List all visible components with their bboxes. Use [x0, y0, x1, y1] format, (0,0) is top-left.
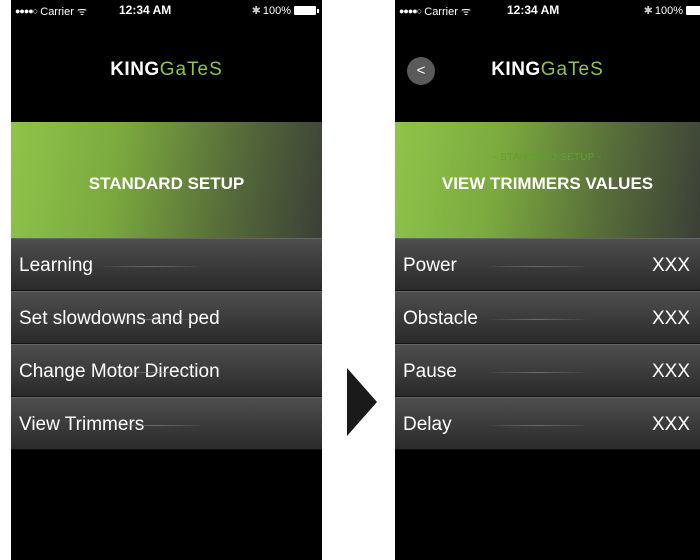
- banner-subtitle: - STANDARD SETUP -: [493, 152, 602, 163]
- divider-line: [490, 266, 585, 267]
- logo-gates: GaTeS: [540, 59, 604, 80]
- signal-dots-icon: ●●●●○: [15, 6, 38, 16]
- section-banner: STANDARD SETUP: [11, 122, 322, 238]
- divider-line: [106, 425, 201, 426]
- bluetooth-icon: ✱: [643, 5, 653, 17]
- trimmer-value: XXX: [651, 361, 690, 382]
- battery-status: ✱ 100%: [644, 4, 700, 17]
- trimmer-row-pause: Pause XXX: [395, 344, 700, 397]
- trimmer-value: XXX: [651, 414, 690, 435]
- signal-dots-icon: ●●●●○: [399, 6, 422, 16]
- trimmer-label: Delay: [403, 414, 452, 435]
- trimmer-row-obstacle: Obstacle XXX: [395, 291, 700, 344]
- banner-title: VIEW TRIMMERS VALUES: [441, 174, 654, 193]
- menu-item-learning[interactable]: Learning: [11, 238, 322, 291]
- status-bar: ●●●●○ Carrier ᯤ 12:34 AM ✱ 100%: [11, 0, 322, 22]
- trimmer-value: XXX: [651, 308, 690, 329]
- status-time: 12:34 AM: [119, 3, 172, 17]
- menu-item-view-trimmers[interactable]: View Trimmers: [11, 397, 322, 450]
- logo-king: KING: [491, 59, 541, 80]
- divider-line: [106, 372, 201, 373]
- next-arrow-icon: [347, 368, 377, 436]
- logo-gates: GaTeS: [159, 59, 223, 80]
- app-logo: KINGGaTeS: [395, 59, 700, 81]
- divider-line: [490, 425, 585, 426]
- carrier-label: Carrier: [424, 6, 458, 18]
- banner-title: STANDARD SETUP: [88, 174, 245, 193]
- wifi-icon: ᯤ: [460, 6, 471, 18]
- battery-percent: 100%: [262, 5, 291, 17]
- trimmer-row-delay: Delay XXX: [395, 397, 700, 450]
- battery-icon: [686, 6, 700, 15]
- logo-king: KING: [110, 59, 160, 80]
- status-bar: ●●●●○ Carrier ᯤ 12:34 AM ✱ 100%: [395, 0, 700, 22]
- wifi-icon: ᯤ: [76, 6, 87, 18]
- carrier-signal: ●●●●○ Carrier ᯤ: [15, 4, 87, 19]
- divider-line: [103, 266, 198, 267]
- setup-menu: Learning Set slowdowns and ped Change Mo…: [11, 238, 322, 450]
- phone-screen-view-trimmers: ●●●●○ Carrier ᯤ 12:34 AM ✱ 100% < KINGGaT…: [395, 0, 700, 560]
- menu-item-label: Learning: [19, 255, 93, 276]
- app-logo: KINGGaTeS: [11, 59, 322, 81]
- status-time: 12:34 AM: [507, 3, 560, 17]
- phone-screen-standard-setup: ●●●●○ Carrier ᯤ 12:34 AM ✱ 100% KINGGaTeS…: [11, 0, 322, 560]
- trimmer-row-power: Power XXX: [395, 238, 700, 291]
- battery-status: ✱ 100%: [251, 4, 319, 17]
- trimmer-label: Power: [403, 255, 457, 276]
- battery-icon: [294, 6, 319, 15]
- section-banner: - STANDARD SETUP - VIEW TRIMMERS VALUES: [395, 122, 700, 238]
- menu-item-change-motor-direction[interactable]: Change Motor Direction: [11, 344, 322, 397]
- divider-line: [106, 319, 201, 320]
- battery-percent: 100%: [654, 5, 683, 17]
- carrier-signal: ●●●●○ Carrier ᯤ: [399, 4, 471, 19]
- bluetooth-icon: ✱: [251, 5, 261, 17]
- carrier-label: Carrier: [40, 6, 74, 18]
- trimmer-label: Obstacle: [403, 308, 478, 329]
- trimmer-value: XXX: [651, 255, 690, 276]
- divider-line: [490, 319, 585, 320]
- trimmer-values-list: Power XXX Obstacle XXX Pause XXX Delay X…: [395, 238, 700, 450]
- divider-line: [490, 372, 585, 373]
- menu-item-set-slowdowns[interactable]: Set slowdowns and ped: [11, 291, 322, 344]
- trimmer-label: Pause: [403, 361, 457, 382]
